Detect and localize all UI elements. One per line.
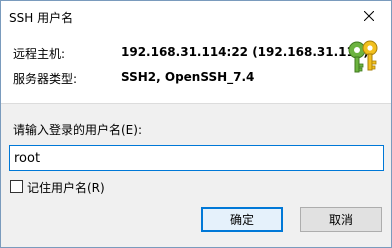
dialog-title: SSH 用户名 xyxy=(9,11,74,25)
cancel-button[interactable]: 取消 xyxy=(300,207,382,232)
remote-host-value: 192.168.31.114:22 (192.168.31.114) xyxy=(121,45,369,59)
username-prompt: 请输入登录的用户名(E): xyxy=(13,123,142,137)
close-button[interactable] xyxy=(347,1,391,31)
close-icon xyxy=(364,11,374,21)
remember-username-label[interactable]: 记住用户名(R) xyxy=(27,179,105,196)
server-type-value: SSH2, OpenSSH_7.4 xyxy=(121,70,255,84)
ok-button[interactable]: 确定 xyxy=(201,207,283,232)
ssh-username-dialog: SSH 用户名 远程主机: 192.168.31.114:22 (192.168… xyxy=(0,0,392,248)
title-bar: SSH 用户名 xyxy=(1,1,391,32)
keys-icon xyxy=(348,40,378,73)
connection-info: 远程主机: 192.168.31.114:22 (192.168.31.114)… xyxy=(1,32,391,104)
username-input[interactable] xyxy=(9,145,384,171)
remote-host-label: 远程主机: xyxy=(13,47,66,61)
server-type-label: 服务器类型: xyxy=(13,72,78,86)
dialog-body: 请输入登录的用户名(E): 记住用户名(R) 确定 取消 xyxy=(1,104,391,247)
checkbox-box[interactable] xyxy=(10,180,23,193)
